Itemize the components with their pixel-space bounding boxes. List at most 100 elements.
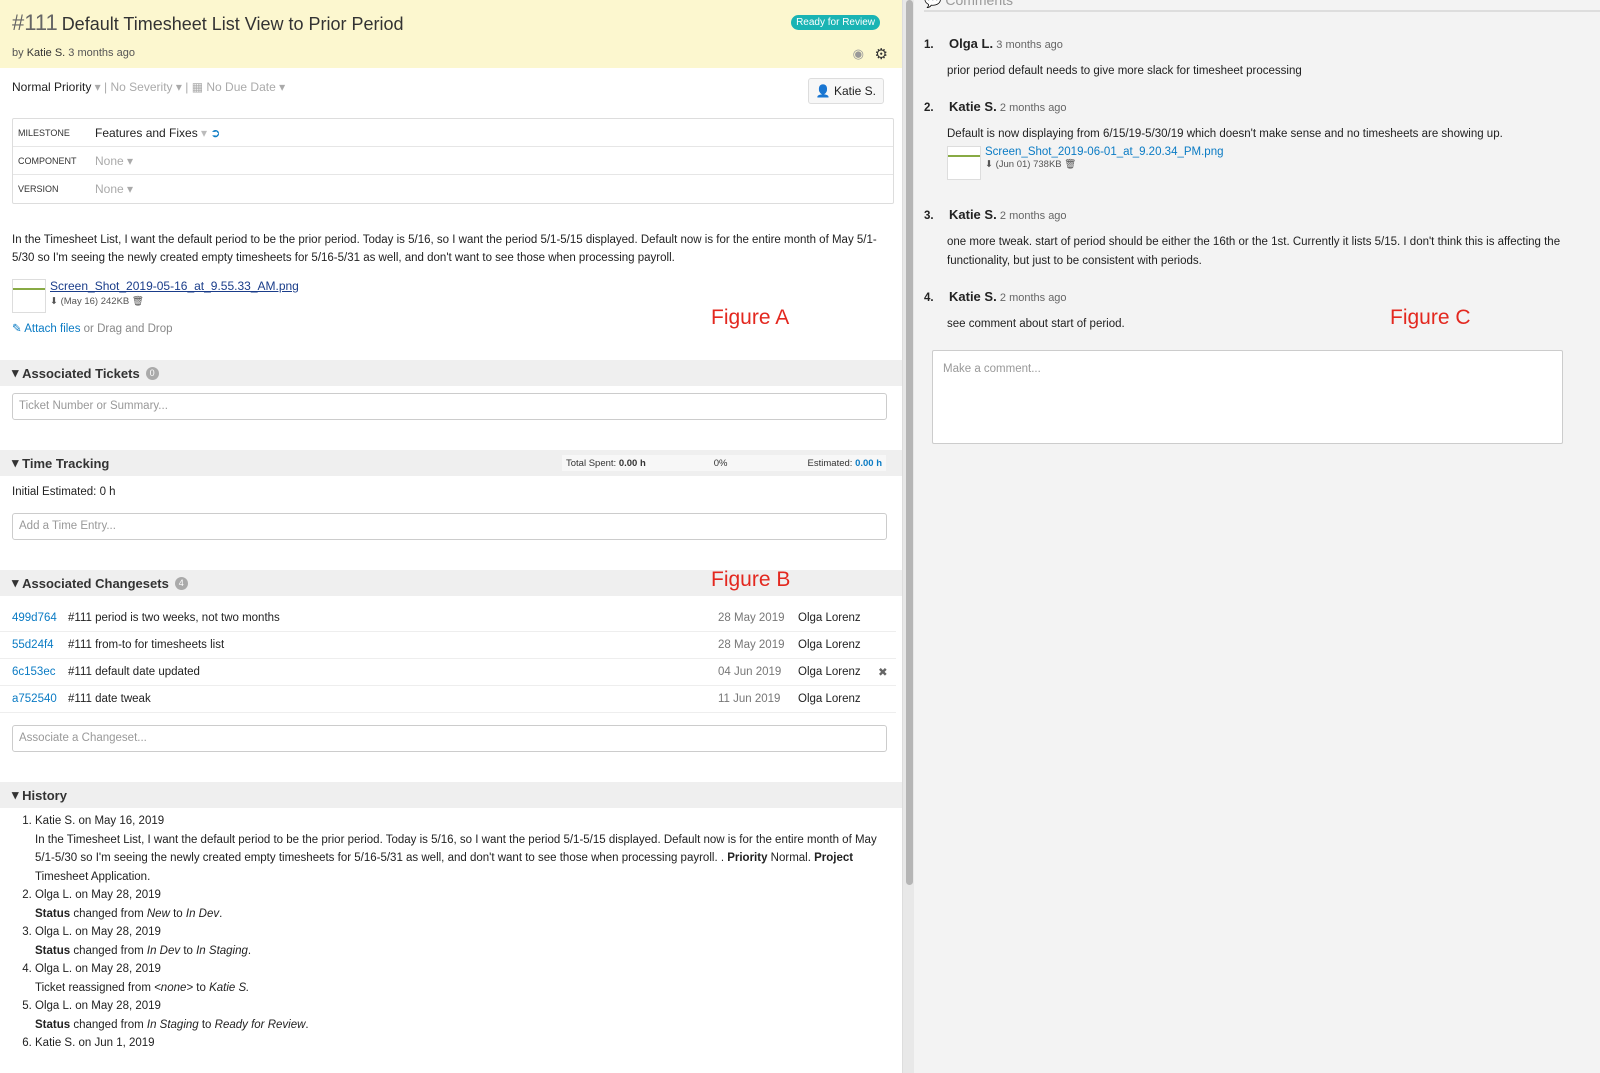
field-value: Features and Fixes bbox=[95, 125, 198, 140]
priority-label: Normal Priority bbox=[12, 80, 92, 94]
changeset-date: 28 May 2019 bbox=[718, 612, 785, 624]
attachment-meta: (May 16) 242KB bbox=[60, 296, 130, 307]
comment: 1. Olga L. 3 months ago prior period defau… bbox=[924, 36, 1584, 81]
comment-body: see comment about start of period. bbox=[947, 318, 1125, 330]
changeset-row: 55d24f4 #111 from-to for timesheets list 2… bbox=[0, 632, 896, 659]
attachment-thumbnail[interactable] bbox=[12, 279, 46, 313]
history-header[interactable]: ▾ History bbox=[0, 782, 902, 808]
changeset-message: #111 from-to for timesheets list bbox=[68, 639, 225, 651]
history-entry: Olga L. on May 28, 2019Status changed fr… bbox=[35, 923, 892, 960]
comment: 4. Katie S. 2 months ago see comment about… bbox=[924, 289, 1584, 334]
comment-author: Katie S. bbox=[949, 289, 997, 304]
changeset-input[interactable]: Associate a Changeset... bbox=[12, 725, 887, 752]
comment-number: 1. bbox=[924, 39, 934, 51]
field-label: COMPONENT bbox=[18, 155, 77, 166]
by-label: by bbox=[12, 47, 24, 59]
section-title: Time Tracking bbox=[22, 455, 110, 471]
changeset-date: 11 Jun 2019 bbox=[718, 693, 781, 705]
ticket-author[interactable]: Katie S. bbox=[27, 47, 66, 59]
ticket-title[interactable]: Default Timesheet List View to Prior Per… bbox=[62, 14, 404, 34]
changeset-row: 499d764 #111 period is two weeks, not two… bbox=[0, 605, 896, 632]
comment-body: Default is now displaying from 6/15/19-5… bbox=[947, 128, 1503, 140]
comment-number: 3. bbox=[924, 210, 934, 222]
field-label: MILESTONE bbox=[18, 127, 70, 138]
collapse-caret-icon: ▾ bbox=[12, 455, 23, 470]
comment-number: 2. bbox=[924, 102, 934, 114]
comment-author: Olga L. bbox=[949, 36, 994, 51]
changeset-message: #111 date tweak bbox=[68, 693, 151, 705]
count-badge: 4 bbox=[174, 576, 188, 590]
associated-tickets-header[interactable]: ▾ Associated Tickets 0 bbox=[0, 360, 902, 386]
comments-header: 💬 Comments bbox=[924, 0, 1600, 12]
comment-author: Katie S. bbox=[949, 99, 997, 114]
component-row: COMPONENT None ▾ bbox=[13, 147, 893, 175]
ticket-byline: by Katie S. 3 months ago bbox=[12, 47, 135, 59]
changeset-user: Olga Lorenz bbox=[798, 693, 861, 705]
status-badge[interactable]: Ready for Review bbox=[791, 15, 880, 30]
time-entry-input[interactable]: Add a Time Entry... bbox=[12, 513, 887, 540]
changeset-hash-link[interactable]: a752540 bbox=[0, 693, 68, 705]
changeset-message: #111 period is two weeks, not two months bbox=[68, 612, 280, 624]
field-value: None bbox=[95, 153, 124, 168]
estimated-value: 0.00 h bbox=[855, 457, 882, 469]
priority-dropdown[interactable]: Normal Priority ▾ | bbox=[12, 80, 111, 94]
changeset-user: Olga Lorenz bbox=[798, 666, 861, 678]
assignee-button[interactable]: 👤 Katie S. bbox=[807, 78, 884, 104]
version-dropdown[interactable]: None ▾ bbox=[95, 182, 133, 196]
history-entry: Olga L. on May 28, 2019Status changed fr… bbox=[35, 886, 892, 923]
attachment-link[interactable]: Screen_Shot_2019-05-16_at_9.55.33_AM.png bbox=[50, 279, 299, 293]
watch-eye-icon[interactable]: ◉ bbox=[853, 46, 864, 62]
goto-milestone-icon[interactable]: ➲ bbox=[210, 126, 220, 140]
severity-label: No Severity bbox=[110, 80, 173, 94]
comment-number: 4. bbox=[924, 292, 934, 304]
scrollbar-thumb[interactable] bbox=[906, 0, 913, 885]
component-dropdown[interactable]: None ▾ bbox=[95, 154, 133, 168]
trash-icon[interactable]: 🗑 bbox=[1064, 159, 1076, 170]
attachment-link[interactable]: Screen_Shot_2019-06-01_at_9.20.34_PM.png bbox=[985, 146, 1224, 158]
attachment-thumbnail[interactable] bbox=[947, 145, 981, 180]
collapse-caret-icon: ▾ bbox=[12, 787, 23, 802]
changeset-row: a752540 #111 date tweak 11 Jun 2019 Olga Lo… bbox=[0, 686, 896, 713]
time-tracking-header[interactable]: ▾ Time Tracking Total Spent: 0.00 h 0% E… bbox=[0, 450, 902, 476]
changeset-user: Olga Lorenz bbox=[798, 639, 861, 651]
comment-time: 3 months ago bbox=[996, 39, 1063, 51]
ticket-header: #111 Default Timesheet List View to Prior… bbox=[0, 0, 902, 68]
ticket-search-input[interactable]: Ticket Number or Summary... bbox=[12, 393, 887, 420]
ticket-panel: #111 Default Timesheet List View to Prior… bbox=[0, 0, 902, 1073]
download-icon[interactable]: ⬇ bbox=[985, 159, 993, 170]
version-row: VERSION None ▾ bbox=[13, 175, 893, 203]
changeset-row: 6c153ec #111 default date updated 04 Jun 2… bbox=[0, 659, 896, 686]
attachment-meta: (Jun 01) 738KB bbox=[995, 158, 1062, 170]
due-date-dropdown[interactable]: ▦ No Due Date ▾ bbox=[192, 80, 285, 94]
comment-author: Katie S. bbox=[949, 207, 997, 222]
comment-input[interactable]: Make a comment... bbox=[932, 350, 1563, 444]
figure-b-label: Figure B bbox=[711, 568, 791, 591]
changeset-hash-link[interactable]: 6c153ec bbox=[0, 666, 68, 678]
count-badge: 0 bbox=[145, 366, 159, 380]
remove-x-icon[interactable]: ✖ bbox=[878, 665, 896, 679]
settings-gear-icon[interactable]: ⚙ bbox=[875, 45, 888, 63]
comment-attachment: Screen_Shot_2019-06-01_at_9.20.34_PM.png… bbox=[947, 145, 1584, 180]
changeset-hash-link[interactable]: 499d764 bbox=[0, 612, 68, 624]
ticket-number: #111 bbox=[12, 10, 58, 35]
ticket-fields: MILESTONE Features and Fixes ▾ ➲ COMPONEN… bbox=[12, 118, 894, 204]
scrollbar[interactable] bbox=[902, 0, 914, 1073]
download-icon[interactable]: ⬇ bbox=[50, 296, 58, 307]
history-entry: Olga L. on May 28, 2019Status changed fr… bbox=[35, 997, 892, 1034]
attach-files-link[interactable]: ✎ Attach files bbox=[12, 323, 80, 335]
estimated-label: Estimated: bbox=[807, 457, 853, 469]
history-list: Katie S. on May 16, 2019In the Timesheet… bbox=[12, 812, 892, 1053]
severity-dropdown[interactable]: No Severity ▾ | bbox=[111, 80, 192, 94]
due-date-label: No Due Date bbox=[206, 80, 276, 94]
drag-drop-hint: or Drag and Drop bbox=[83, 323, 173, 335]
comment: 3. Katie S. 2 months ago one more tweak. s… bbox=[924, 207, 1584, 270]
changeset-hash-link[interactable]: 55d24f4 bbox=[0, 639, 68, 651]
changeset-user: Olga Lorenz bbox=[798, 612, 861, 624]
trash-icon[interactable]: 🗑 bbox=[132, 296, 144, 307]
comment-body: one more tweak. start of period should b… bbox=[947, 236, 1561, 267]
section-title: Associated Tickets bbox=[22, 365, 140, 381]
comments-icon: 💬 bbox=[924, 0, 942, 8]
milestone-dropdown[interactable]: Features and Fixes ▾ ➲ bbox=[95, 126, 220, 140]
total-spent-label: Total Spent: bbox=[566, 457, 617, 469]
field-value: None bbox=[95, 182, 124, 196]
